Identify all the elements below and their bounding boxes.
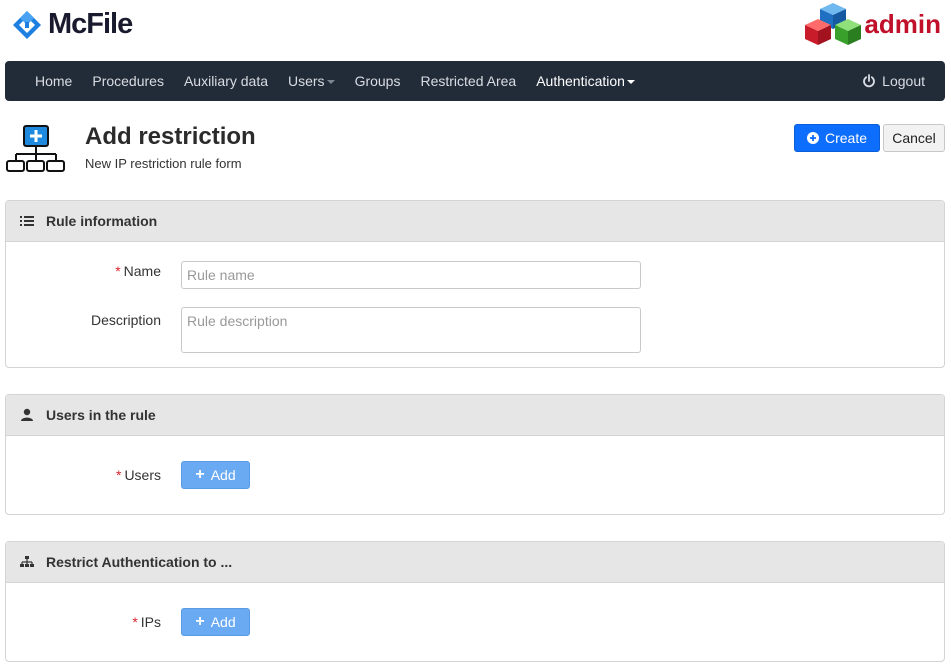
users-panel-header: Users in the rule [6,395,944,436]
nav-item-users-label: Users [288,73,325,89]
nav-item-auxiliary-data[interactable]: Auxiliary data [174,61,278,101]
add-ip-button[interactable]: + Add [181,608,250,636]
admin-label: admin [864,8,941,39]
plus-icon: + [195,613,205,630]
ips-label-text: IPs [140,614,161,630]
required-marker: * [115,467,122,483]
page-title: Add restriction [85,123,256,150]
chevron-down-icon [326,80,335,85]
ips-label: * IPs [132,614,161,630]
rule-name-input[interactable] [181,261,641,289]
nav-item-home[interactable]: Home [25,61,82,101]
nav-item-authentication-label: Authentication [536,73,625,89]
rule-description-input[interactable] [181,307,641,353]
restrict-authentication-title: Restrict Authentication to ... [46,554,233,570]
nav-item-users[interactable]: Users [278,61,345,101]
create-button-label: Create [824,130,868,146]
add-user-button[interactable]: + Add [181,461,250,489]
admin-logo: admin [804,1,941,47]
cancel-button[interactable]: Cancel [883,124,945,152]
chevron-down-icon [626,80,635,85]
rule-information-header: Rule information [6,201,944,242]
logout-label: Logout [882,73,925,89]
network-add-icon [6,125,65,172]
users-label: * Users [116,467,161,483]
nav-item-groups[interactable]: Groups [345,61,411,101]
restrict-authentication-header: Restrict Authentication to ... [6,542,944,583]
create-button[interactable]: Create [794,124,880,152]
mcfile-logo-icon [13,10,41,39]
nav-item-restricted-area[interactable]: Restricted Area [410,61,526,101]
sitemap-icon [20,556,34,567]
add-user-button-label: Add [210,467,236,483]
admin-cubes-logo [805,3,862,45]
required-marker: * [132,614,138,630]
users-panel: Users in the rule * Users + Add [5,394,945,515]
brand-logo[interactable]: McFile [12,8,133,41]
page-subtitle: New IP restriction rule form [85,156,242,171]
users-panel-title: Users in the rule [46,407,156,423]
main-navbar: Home Procedures Auxiliary data Users Gro… [5,61,945,101]
nav-item-authentication[interactable]: Authentication [526,61,645,101]
required-marker: * [115,263,121,279]
description-label: Description [90,312,161,328]
restrict-authentication-panel: Restrict Authentication to ... * IPs + Ad… [5,541,945,662]
name-label: * Name [115,263,161,279]
brand-name: McFile [48,8,133,40]
rule-information-panel: Rule information *Name Description [5,200,945,368]
list-icon [20,216,34,226]
power-icon [863,74,876,88]
plus-icon: + [195,466,205,483]
logout-link[interactable]: Logout [862,73,925,89]
users-label-text: Users [124,467,161,483]
add-ip-button-label: Add [210,614,236,630]
user-icon [21,408,33,421]
rule-information-title: Rule information [46,213,158,229]
nav-item-procedures[interactable]: Procedures [82,61,174,101]
plus-circle-icon [806,132,819,144]
top-header: McFile admin [0,0,951,58]
name-label-text: Name [123,263,161,279]
